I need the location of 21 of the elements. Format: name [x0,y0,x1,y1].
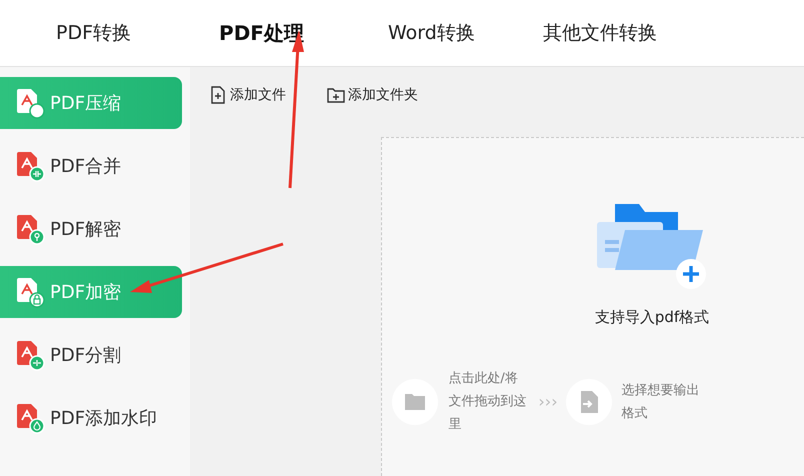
pdf-file-icon [16,87,46,119]
sidebar-item[interactable]: PDF解密 [0,203,182,255]
folder-add-icon [597,202,707,290]
pdf-file-icon [16,276,46,308]
step-text: 点击此处/将文件拖动到这里 [448,370,528,434]
pdf-file-icon [16,402,46,434]
sidebar-item[interactable]: PDF分割 [0,329,182,381]
chevrons-icon: ››› [538,392,558,411]
format-hint: 支持导入pdf格式 [594,308,710,327]
sidebar-item[interactable]: PDF合并 [0,140,182,192]
drop-zone[interactable]: 支持导入pdf格式 点击此处/将文件拖动到这里 ››› 选择想要输出格式 [381,137,804,476]
nav-tab[interactable]: PDF转换 [56,20,132,46]
pdf-file-icon [16,213,46,245]
pdf-file-icon [16,339,46,371]
nav-tab[interactable]: 其他文件转换 [542,20,657,46]
add-folder-button[interactable]: 添加文件夹 [326,85,418,105]
step-text: 选择想要输出格式 [622,382,701,422]
sidebar-item[interactable]: PDF添加水印 [0,392,182,444]
pdf-file-icon [16,150,46,182]
add-file-button[interactable]: 添加文件 [208,85,286,105]
nav-tab[interactable]: Word转换 [388,20,475,46]
